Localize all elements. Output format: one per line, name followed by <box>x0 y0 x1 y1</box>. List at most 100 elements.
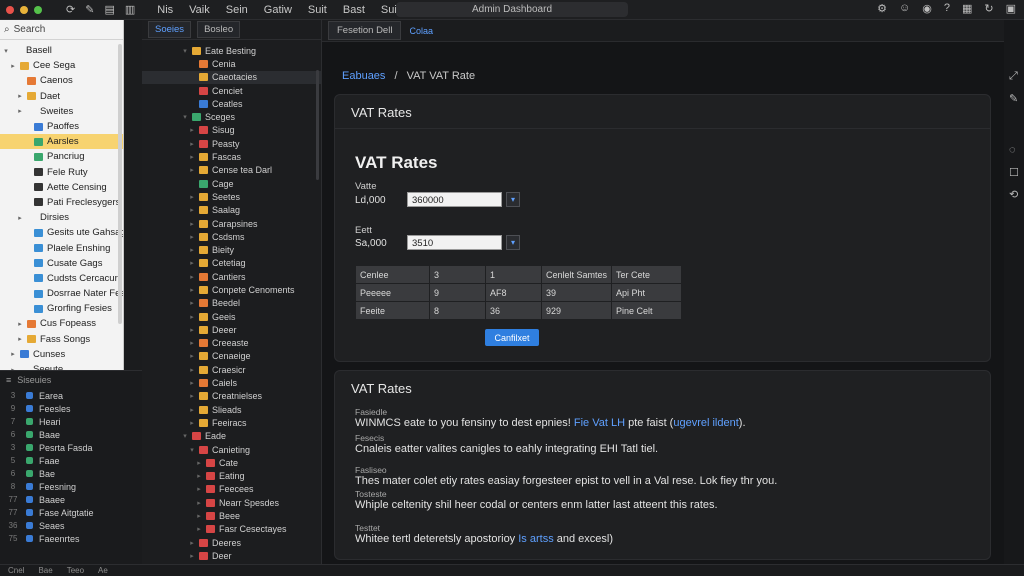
chevron-icon[interactable]: ▸ <box>195 525 203 533</box>
chevron-icon[interactable]: ▸ <box>188 313 196 321</box>
tree-item[interactable]: ▸ Cee Sega <box>0 58 123 73</box>
edit-icon[interactable]: ✎ <box>1009 92 1018 105</box>
tree-item[interactable]: Caenos <box>0 73 123 88</box>
tree-item[interactable]: Cudsts Cercacurt <box>0 271 123 286</box>
menu-item[interactable]: Sein <box>226 4 248 16</box>
tree-item[interactable]: ▸ Conpete Cenoments <box>142 283 321 296</box>
menu-item[interactable]: Gatiw <box>264 4 292 16</box>
tree-item[interactable]: ▸ Feeiracs <box>142 416 321 429</box>
tree-item[interactable]: ▾ Eate Besting <box>142 44 321 57</box>
chevron-icon[interactable]: ▸ <box>188 273 196 281</box>
field2-dropdown[interactable]: ▾ <box>506 235 520 250</box>
chevron-icon[interactable]: ▸ <box>16 320 24 328</box>
list-item[interactable]: 3 Pesrta Fasda <box>0 441 142 454</box>
help-icon[interactable]: ? <box>944 2 950 15</box>
tree-item[interactable]: ▸ Cus Fopeass <box>0 316 123 331</box>
note-link[interactable]: Is artss <box>518 533 553 545</box>
tree-item[interactable]: ▸ Beee <box>142 509 321 522</box>
chevron-icon[interactable]: ▸ <box>9 350 17 358</box>
tree-item[interactable]: Cenciet <box>142 84 321 97</box>
middle-tab[interactable]: Soeies <box>148 21 192 38</box>
chevron-icon[interactable]: ▸ <box>16 214 24 222</box>
tree-item[interactable]: ▸ Dirsies <box>0 210 123 225</box>
tree-item[interactable]: ▸ Nearr Spesdes <box>142 496 321 509</box>
chevron-icon[interactable]: ▸ <box>16 92 24 100</box>
list-item[interactable]: 6 Bae <box>0 467 142 480</box>
chevron-icon[interactable]: ▸ <box>188 206 196 214</box>
list-item[interactable]: 77 Fase Aitgtatie <box>0 506 142 519</box>
tree-item[interactable]: ▸Seeute <box>0 362 123 370</box>
list-item[interactable]: 77 Baaee <box>0 493 142 506</box>
chevron-icon[interactable]: ▸ <box>188 153 196 161</box>
tree-item[interactable]: Grorfing Fesies <box>0 301 123 316</box>
field1-dropdown[interactable]: ▾ <box>506 192 520 207</box>
tree-item[interactable]: Cenia <box>142 57 321 70</box>
chevron-icon[interactable]: ▸ <box>188 352 196 360</box>
tree-item[interactable]: Caeotacies <box>142 70 321 84</box>
chevron-icon[interactable]: ▸ <box>16 107 24 115</box>
tree-item[interactable]: Gesits ute Gahsage <box>0 225 123 240</box>
refresh-icon[interactable]: ⟳ <box>66 3 75 16</box>
tree-item[interactable]: ▸ Deeer <box>142 323 321 336</box>
settings-icon[interactable]: ⚙ <box>877 2 887 15</box>
tree-item[interactable]: ▸ Bieity <box>142 243 321 256</box>
tab-action[interactable]: Colaa <box>409 26 433 36</box>
chevron-icon[interactable]: ▾ <box>181 113 189 121</box>
maximize-window-button[interactable] <box>34 5 42 14</box>
tab-fesetion-dell[interactable]: Fesetion Dell <box>328 21 402 40</box>
tree-item[interactable]: ▸ Eating <box>142 470 321 483</box>
tree-item[interactable]: ▸ Saalag <box>142 204 321 217</box>
tree-item[interactable]: ▸ Creatnielses <box>142 390 321 403</box>
collapse-icon[interactable]: ≡ <box>6 375 11 385</box>
chevron-icon[interactable]: ▸ <box>188 286 196 294</box>
layout-icon[interactable]: ▣ <box>1006 2 1016 15</box>
chevron-icon[interactable]: ▸ <box>188 379 196 387</box>
chevron-icon[interactable]: ▸ <box>195 512 203 520</box>
edit-icon[interactable]: ✎ <box>85 3 94 16</box>
chevron-icon[interactable]: ▸ <box>188 140 196 148</box>
field1-input[interactable]: 360000 <box>407 192 502 207</box>
tree-item[interactable]: ▾ Sceges <box>142 110 321 123</box>
breadcrumb-link[interactable]: Eabuaes <box>342 70 385 82</box>
expand-icon[interactable]: ⤢ <box>1009 70 1018 83</box>
tree-item[interactable]: Pancriug <box>0 149 123 164</box>
tree-item[interactable]: ▸ Fascas <box>142 150 321 163</box>
tree-item[interactable]: ▸ Csdsms <box>142 230 321 243</box>
chevron-icon[interactable]: ▸ <box>188 392 196 400</box>
tree-item[interactable]: ▸ Fasr Cesectayes <box>142 523 321 536</box>
chat-icon[interactable]: ☐ <box>1009 166 1019 179</box>
status-item[interactable]: Cnel <box>8 566 24 575</box>
tree-item[interactable]: ▸ Seetes <box>142 190 321 203</box>
tree-item[interactable]: ▸ Caiels <box>142 376 321 389</box>
tree-item[interactable]: Dosrrae Nater Fest <box>0 286 123 301</box>
tree-item[interactable]: ▾ Basell <box>0 43 123 58</box>
tree-item[interactable]: ▸ Carapsines <box>142 217 321 230</box>
chevron-icon[interactable]: ▸ <box>188 166 196 174</box>
chevron-icon[interactable]: ▸ <box>188 326 196 334</box>
tree-item[interactable]: Fele Ruty <box>0 165 123 180</box>
tree-item[interactable]: Aette Censing <box>0 180 123 195</box>
menu-item[interactable]: Vaik <box>189 4 210 16</box>
tree-item[interactable]: ▸ Daet <box>0 89 123 104</box>
tree-item[interactable]: Plaele Enshing <box>0 240 123 255</box>
chevron-icon[interactable]: ▸ <box>188 406 196 414</box>
chevron-icon[interactable]: ▸ <box>188 299 196 307</box>
sidebar-toggle-icon[interactable]: ▥ <box>125 3 135 16</box>
list-item[interactable]: 6 Baae <box>0 428 142 441</box>
tree-item[interactable]: Pati Freclesygers <box>0 195 123 210</box>
chevron-icon[interactable]: ▸ <box>195 472 203 480</box>
grid-icon[interactable]: ▦ <box>962 2 972 15</box>
chevron-icon[interactable]: ▸ <box>188 339 196 347</box>
tree-item[interactable]: ▾ Canieting <box>142 443 321 456</box>
field2-input[interactable]: 3510 <box>407 235 502 250</box>
tree-item[interactable]: Cusate Gags <box>0 256 123 271</box>
tree-item[interactable]: Ceatles <box>142 97 321 110</box>
menu-item[interactable]: Bast <box>343 4 365 16</box>
middle-panel-scrollbar[interactable] <box>316 70 319 180</box>
chevron-icon[interactable]: ▸ <box>188 259 196 267</box>
refresh-icon[interactable]: ↻ <box>984 2 993 15</box>
chevron-icon[interactable]: ▾ <box>181 432 189 440</box>
close-window-button[interactable] <box>6 5 14 14</box>
tree-item[interactable]: ▸ Deer <box>142 549 321 562</box>
chevron-icon[interactable]: ▾ <box>181 47 189 55</box>
